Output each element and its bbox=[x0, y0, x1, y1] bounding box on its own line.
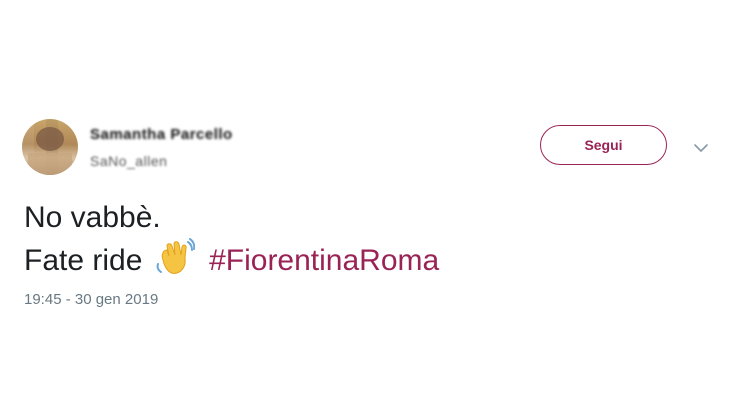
tweet-line-2: Fate ride #FiorentinaRoma bbox=[24, 238, 439, 287]
tweet-timestamp[interactable]: 19:45 - 30 gen 2019 bbox=[24, 291, 158, 308]
hashtag-link[interactable]: #FiorentinaRoma bbox=[209, 244, 439, 277]
chevron-down-icon[interactable] bbox=[690, 137, 712, 159]
tweet-line-2-text: Fate ride bbox=[24, 244, 143, 277]
author-name[interactable]: Samantha Parcello bbox=[90, 126, 233, 143]
tweet-line-1: No vabbè. bbox=[24, 201, 161, 234]
follow-button[interactable]: Segui bbox=[540, 125, 667, 165]
avatar[interactable] bbox=[22, 119, 78, 175]
waving-hand-icon bbox=[155, 238, 195, 287]
tweet-card: Samantha Parcello SaNo_allen Segui No va… bbox=[0, 0, 736, 409]
tweet-text: No vabbè. Fate ride #FiorentinaRoma bbox=[24, 198, 439, 287]
author-handle[interactable]: SaNo_allen bbox=[90, 153, 167, 169]
